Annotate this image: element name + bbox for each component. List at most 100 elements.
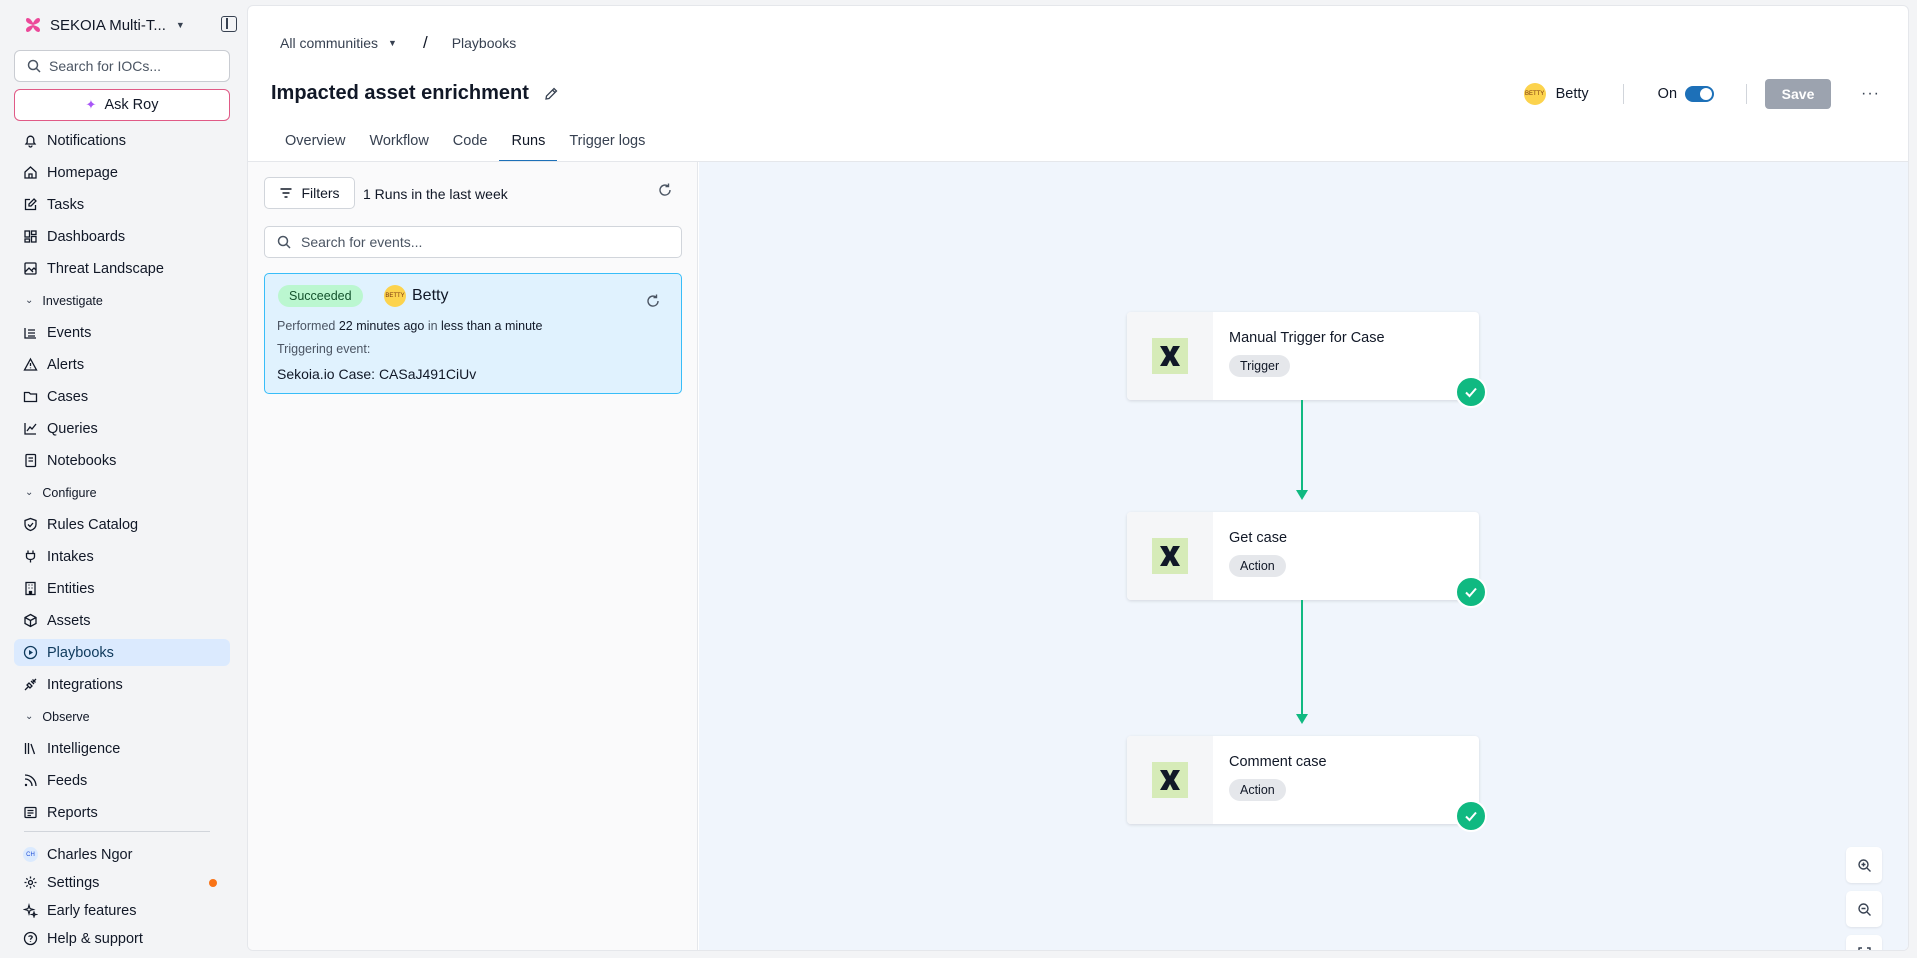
bottom-nav: CH Charles Ngor Settings Early features … <box>14 841 230 953</box>
user-avatar: CH <box>23 847 38 862</box>
sekoia-x-icon <box>1152 338 1188 374</box>
sidebar-item-entities[interactable]: Entities <box>14 575 230 602</box>
ioc-search-input[interactable]: Search for IOCs... <box>14 50 230 82</box>
sidebar-item-rules-catalog[interactable]: Rules Catalog <box>14 511 230 538</box>
notification-dot <box>209 878 217 887</box>
workflow-node[interactable]: Comment case Action <box>1127 736 1487 832</box>
sidebar-item-label: Reports <box>47 804 98 821</box>
sidebar-item-playbooks[interactable]: Playbooks <box>14 639 230 666</box>
sidebar-item-events[interactable]: Events <box>14 319 230 346</box>
tab-code[interactable]: Code <box>441 126 500 162</box>
zoom-out-icon <box>1857 902 1871 916</box>
sidebar-item-queries[interactable]: Queries <box>14 415 230 442</box>
chevron-down-icon: ⌄ <box>25 295 34 306</box>
sidebar-item-notifications[interactable]: Notifications <box>14 127 230 154</box>
filters-label: Filters <box>301 185 340 201</box>
pencil-icon[interactable] <box>543 86 559 102</box>
workflow-node[interactable]: Manual Trigger for Case Trigger <box>1127 312 1487 408</box>
user-menu[interactable]: CH Charles Ngor <box>14 841 230 868</box>
node-icon-area <box>1127 312 1213 400</box>
rerun-icon[interactable] <box>645 293 661 309</box>
cube-icon <box>23 613 38 628</box>
section-observe[interactable]: ⌄ Observe <box>14 703 230 730</box>
alert-triangle-icon <box>23 357 38 372</box>
section-investigate[interactable]: ⌄ Investigate <box>14 287 230 314</box>
sidebar-item-threat-landscape[interactable]: Threat Landscape <box>14 255 230 282</box>
library-icon <box>23 741 38 756</box>
workflow-canvas[interactable]: Manual Trigger for Case Trigger Get case… <box>699 162 1908 950</box>
zoom-in-button[interactable] <box>1846 847 1882 883</box>
sidebar-item-help[interactable]: Help & support <box>14 925 230 952</box>
sidebar-item-early-features[interactable]: Early features <box>14 897 230 924</box>
section-title: Configure <box>42 485 97 500</box>
tab-trigger-logs[interactable]: Trigger logs <box>557 126 657 162</box>
fit-view-button[interactable] <box>1846 935 1882 950</box>
workspace-switcher[interactable]: SEKOIA Multi-T... ▼ <box>24 14 185 36</box>
sparkles-icon <box>23 903 38 918</box>
chevron-down-icon: ⌄ <box>25 711 34 722</box>
sidebar-item-label: Tasks <box>47 196 85 213</box>
tab-overview[interactable]: Overview <box>273 126 357 162</box>
playbook-toggle[interactable] <box>1685 86 1715 102</box>
sidebar-item-intelligence[interactable]: Intelligence <box>14 735 230 762</box>
sidebar-item-notebooks[interactable]: Notebooks <box>14 447 230 474</box>
more-options-icon[interactable]: ··· <box>1861 85 1880 103</box>
breadcrumb-root[interactable]: All communities <box>280 35 378 51</box>
filters-button[interactable]: Filters <box>264 177 355 209</box>
sekoia-x-icon <box>1152 762 1188 798</box>
success-check-icon <box>1455 576 1487 608</box>
plug-icon <box>23 549 38 564</box>
tab-runs[interactable]: Runs <box>499 126 558 162</box>
sidebar-item-label: Entities <box>47 580 95 597</box>
sidebar-divider <box>24 831 210 832</box>
sidebar-item-label: Feeds <box>47 772 88 789</box>
arrow-head-icon <box>1296 714 1308 724</box>
header-divider <box>1746 84 1748 104</box>
notebook-icon <box>23 453 38 468</box>
sidebar-item-homepage[interactable]: Homepage <box>14 159 230 186</box>
rss-icon <box>23 773 38 788</box>
sidebar: SEKOIA Multi-T... ▼ Search for IOCs... ✦… <box>0 0 245 958</box>
main-panel: All communities ▼ / Playbooks Impacted a… <box>247 5 1909 951</box>
runs-panel: Filters 1 Runs in the last week Search f… <box>248 162 698 950</box>
owner-name: Betty <box>1555 86 1589 102</box>
page-title: Impacted asset enrichment <box>271 82 529 104</box>
tab-workflow[interactable]: Workflow <box>357 126 440 162</box>
sidebar-item-integrations[interactable]: Integrations <box>14 671 230 698</box>
sidebar-item-label: Assets <box>47 612 91 629</box>
refresh-icon[interactable] <box>657 182 673 198</box>
header-divider <box>1622 84 1624 104</box>
sidebar-item-feeds[interactable]: Feeds <box>14 767 230 794</box>
sidebar-item-intakes[interactable]: Intakes <box>14 543 230 570</box>
run-card[interactable]: Succeeded BETTY Betty Performed 22 minut… <box>264 273 682 394</box>
status-badge: Succeeded <box>278 285 363 307</box>
sidebar-item-label: Homepage <box>47 164 118 181</box>
node-icon-area <box>1127 736 1213 824</box>
workflow-node[interactable]: Get case Action <box>1127 512 1487 608</box>
breadcrumb-current[interactable]: Playbooks <box>452 35 517 51</box>
sidebar-item-alerts[interactable]: Alerts <box>14 351 230 378</box>
ask-roy-button[interactable]: ✦ Ask Roy <box>14 89 230 121</box>
sidebar-item-dashboards[interactable]: Dashboards <box>14 223 230 250</box>
run-user-avatar: BETTY <box>384 285 406 307</box>
sidebar-item-settings[interactable]: Settings <box>14 869 230 896</box>
sidebar-item-tasks[interactable]: Tasks <box>14 191 230 218</box>
run-user: BETTY Betty <box>384 285 448 307</box>
sidebar-item-reports[interactable]: Reports <box>14 799 230 826</box>
sidebar-item-label: Rules Catalog <box>47 516 139 533</box>
caret-down-icon[interactable]: ▼ <box>388 38 397 48</box>
section-configure[interactable]: ⌄ Configure <box>14 479 230 506</box>
event-search-input[interactable]: Search for events... <box>264 226 682 258</box>
status-label: On <box>1657 86 1678 102</box>
sidebar-item-cases[interactable]: Cases <box>14 383 230 410</box>
event-search-placeholder: Search for events... <box>301 234 423 250</box>
run-user-name: Betty <box>412 287 449 304</box>
sidebar-item-assets[interactable]: Assets <box>14 607 230 634</box>
header-actions: BETTY Betty On Save ··· <box>1523 79 1880 109</box>
zoom-out-button[interactable] <box>1846 891 1882 927</box>
home-icon <box>23 165 38 180</box>
collapse-sidebar-icon[interactable] <box>221 16 237 32</box>
sidebar-item-label: Threat Landscape <box>47 260 164 277</box>
success-check-icon <box>1455 800 1487 832</box>
save-button[interactable]: Save <box>1765 79 1832 109</box>
